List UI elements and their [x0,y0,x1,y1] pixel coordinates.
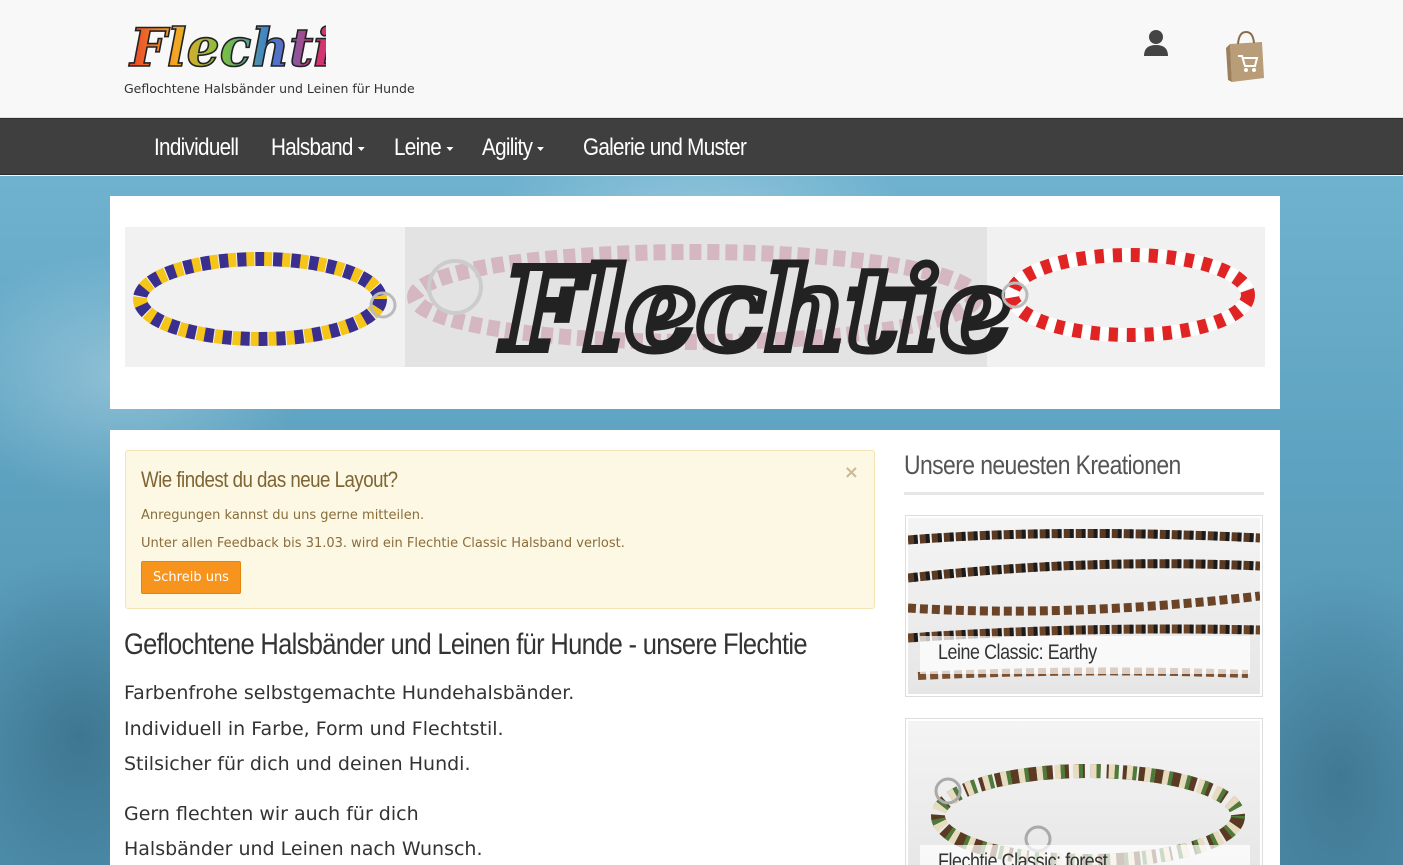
intro-paragraph: Halsbänder und Leinen nach Wunsch. [124,838,483,860]
write-us-button[interactable]: Schreib uns [141,561,241,594]
product-image: Flechtie Classic: forest [908,721,1260,865]
hero-banner-image[interactable]: Flechtie [125,227,1265,367]
user-icon [1144,30,1168,56]
intro-paragraph: Stilsicher für dich und deinen Hundi. [124,753,471,775]
intro-paragraph: Farbenfrohe selbstgemachte Hundehalsbänd… [124,682,575,704]
sidebar-title: Unsere neuesten Kreationen [904,450,1181,480]
nav-item-halsband[interactable]: Halsband [271,119,365,176]
nav-label: Leine [394,134,442,161]
caret-down-icon [446,146,454,151]
nav-label: Galerie und Muster [583,134,747,161]
nav-label: Individuell [154,134,239,161]
close-icon[interactable]: × [844,462,859,483]
nav-item-leine[interactable]: Leine [394,119,454,176]
divider [904,492,1264,495]
caret-down-icon [537,146,545,151]
shopping-bag-cart-icon [1226,30,1264,82]
flechtie-logo[interactable]: Flechtie [126,8,326,78]
nav-item-galerie[interactable]: Galerie und Muster [583,119,747,176]
card-caption: Leine Classic: Earthy [920,636,1250,674]
feedback-alert: Wie findest du das neue Layout? × Anregu… [125,450,875,609]
nav-item-agility[interactable]: Agility [482,119,545,176]
product-card[interactable]: Leine Classic: Earthy [905,515,1263,697]
alert-text: Unter allen Feedback bis 31.03. wird ein… [141,536,625,551]
alert-text: Anregungen kannst du uns gerne mitteilen… [141,508,425,523]
site-header: Flechtie Geflochtene Halsbänder und Lein… [0,0,1403,118]
card-caption: Flechtie Classic: forest [920,845,1250,865]
alert-title: Wie findest du das neue Layout? [141,467,398,492]
card-caption-text: Flechtie Classic: forest [938,850,1108,865]
main-content-panel: Wie findest du das neue Layout? × Anregu… [110,430,1280,865]
svg-text:Flechtie: Flechtie [128,18,326,78]
intro-paragraph: Individuell in Farbe, Form und Flechtsti… [124,718,504,740]
card-caption-text: Leine Classic: Earthy [938,641,1097,664]
intro-paragraph: Gern flechten wir auch für dich [124,803,419,825]
svg-text:Flechtie: Flechtie [500,245,1011,367]
nav-label: Agility [482,134,533,161]
banner-collage: Flechtie [125,227,1265,367]
collar-image [931,764,1245,865]
nav-item-individuell[interactable]: Individuell [154,119,239,176]
banner-panel: Flechtie [110,196,1280,409]
main-navigation: Individuell Halsband Leine Agility Galer… [0,118,1403,175]
shopping-cart-button[interactable] [1222,26,1268,84]
product-image: Leine Classic: Earthy [908,518,1260,694]
user-account-button[interactable] [1142,28,1170,60]
nav-label: Halsband [271,134,353,161]
page-title: Geflochtene Halsbänder und Leinen für Hu… [124,628,808,661]
site-tagline: Geflochtene Halsbänder und Leinen für Hu… [124,81,415,96]
caret-down-icon [357,146,365,151]
product-card[interactable]: Flechtie Classic: forest [905,718,1263,865]
